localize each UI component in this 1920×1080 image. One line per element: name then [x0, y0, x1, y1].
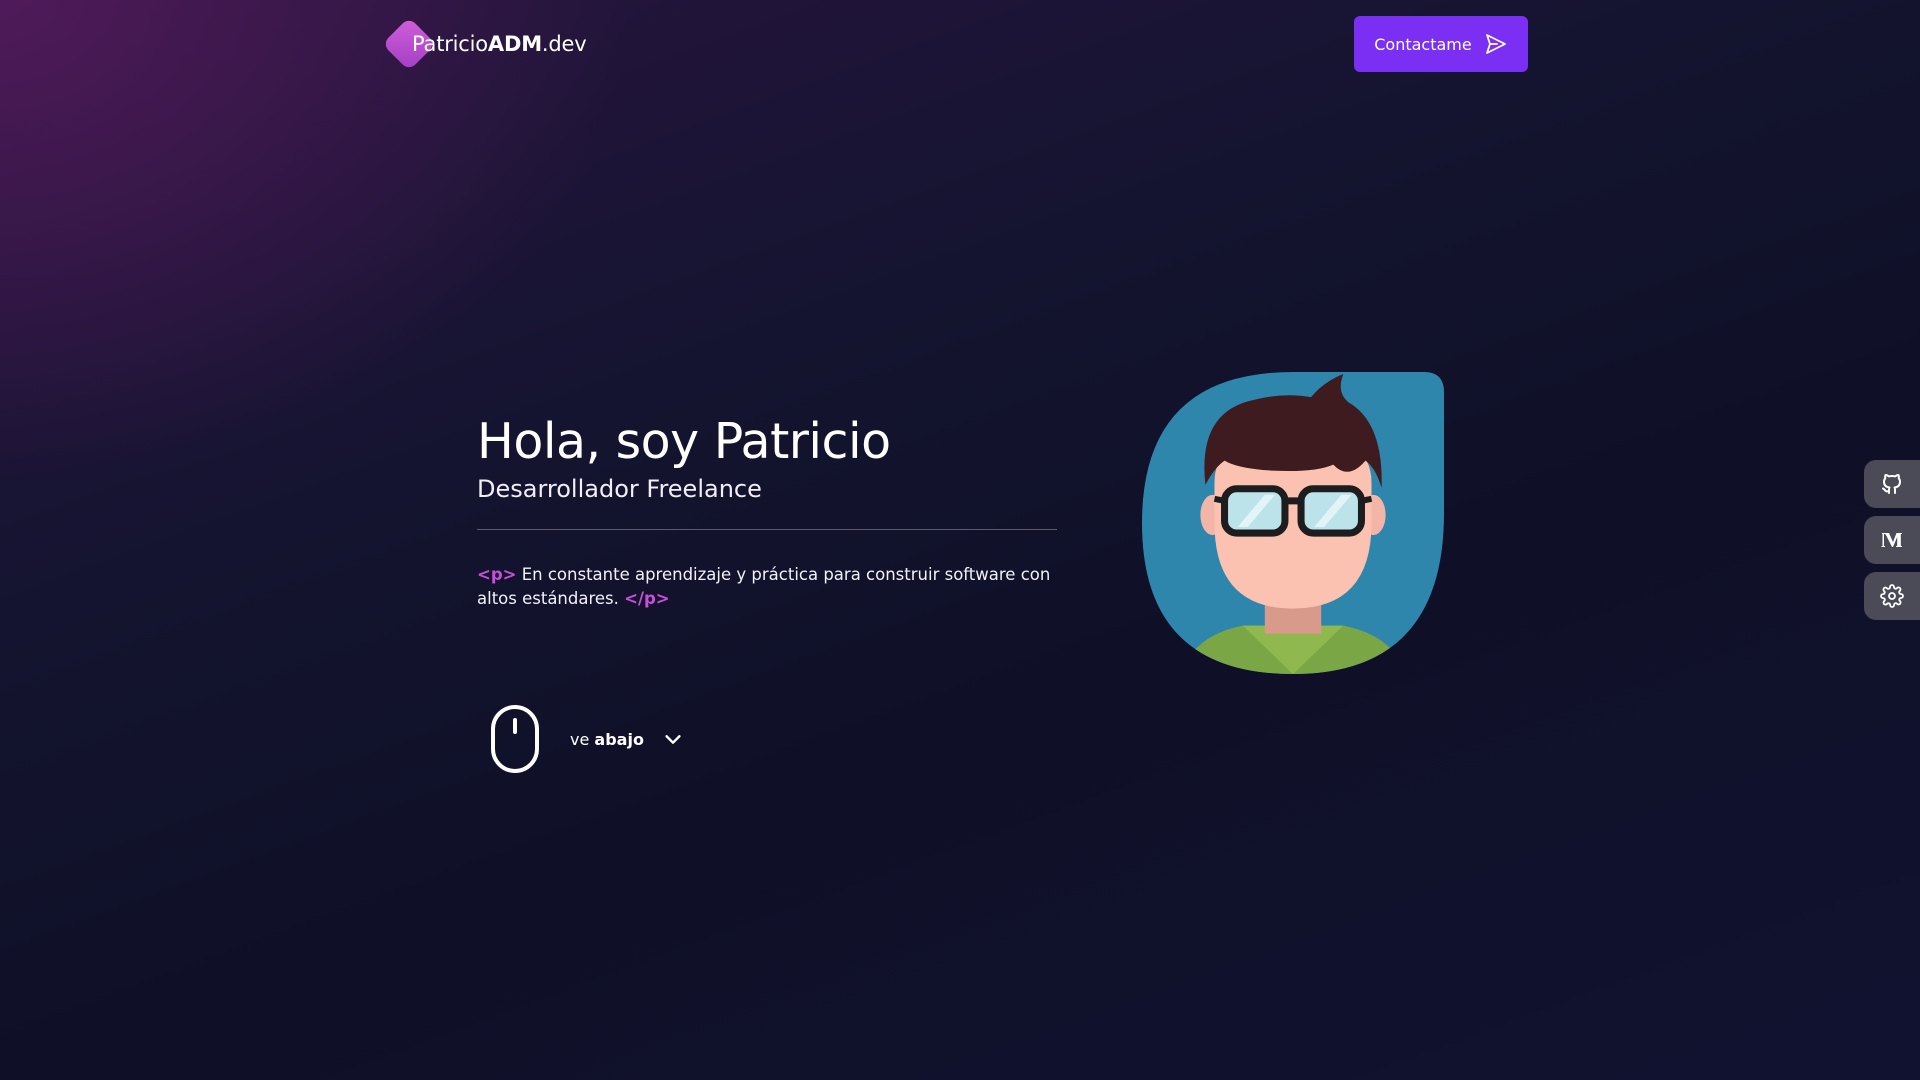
- logo-prefix: Patricio: [412, 32, 488, 56]
- gear-icon: [1880, 584, 1904, 608]
- logo-suffix: .dev: [541, 32, 587, 56]
- divider: [477, 529, 1057, 530]
- medium-icon: [1881, 533, 1902, 547]
- scroll-bold: abajo: [594, 729, 644, 749]
- send-icon: [1485, 34, 1506, 54]
- contact-button[interactable]: Contactame: [1354, 16, 1528, 72]
- scroll-down-link[interactable]: ve abajo: [490, 704, 684, 774]
- hero-subtitle: Desarrollador Freelance: [477, 475, 762, 503]
- avatar: [1142, 372, 1444, 674]
- logo-text: Patricio ADM .dev: [412, 32, 587, 56]
- github-icon: [1882, 474, 1901, 494]
- github-button[interactable]: [1864, 460, 1920, 508]
- hero-description-text: En constante aprendizaje y práctica para…: [477, 565, 1051, 608]
- scroll-text: ve abajo: [570, 730, 644, 749]
- open-p-tag: <p>: [477, 565, 517, 584]
- hero-description: <p> En constante aprendizaje y práctica …: [477, 563, 1057, 611]
- chevron-down-icon: [665, 735, 681, 744]
- settings-button[interactable]: [1864, 572, 1920, 620]
- logo-bold: ADM: [487, 32, 542, 56]
- contact-button-label: Contactame: [1374, 34, 1472, 54]
- hero-title: Hola, soy Patricio: [477, 413, 891, 470]
- scroll-prefix: ve: [570, 729, 590, 749]
- mouse-icon: [491, 705, 539, 773]
- close-p-tag: </p>: [624, 589, 670, 608]
- medium-button[interactable]: [1864, 516, 1920, 564]
- hero-section: Hola, soy Patricio Desarrollador Freelan…: [477, 412, 1057, 611]
- logo-link[interactable]: Patricio ADM .dev: [382, 17, 587, 71]
- social-sidebar: [1864, 460, 1920, 628]
